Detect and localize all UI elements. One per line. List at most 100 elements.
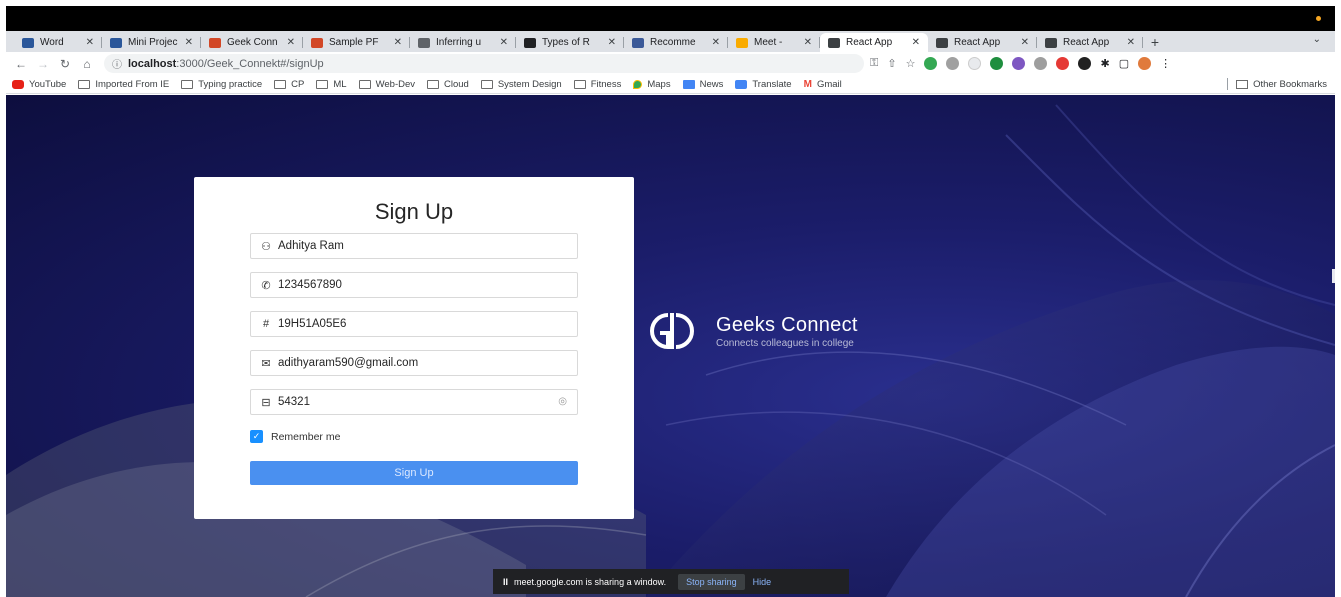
bookmark-folder[interactable]: ML: [316, 79, 347, 90]
gmail-icon: M: [803, 78, 812, 90]
tab-title: Types of R: [542, 37, 590, 48]
tab-title: React App: [846, 37, 893, 48]
tab-favicon-icon: [209, 37, 221, 48]
bookmark-label: YouTube: [29, 78, 67, 90]
close-icon[interactable]: ✕: [804, 37, 812, 48]
bookmark-news[interactable]: News: [682, 78, 724, 90]
tab[interactable]: Inferring u ✕: [410, 33, 516, 52]
bookmark-folder[interactable]: Typing practice: [181, 79, 262, 90]
extension-icon[interactable]: [924, 57, 938, 70]
tab-favicon-icon: [22, 37, 34, 48]
extension-icon[interactable]: [946, 57, 960, 70]
folder-icon: [316, 79, 329, 89]
other-bookmarks[interactable]: Other Bookmarks: [1227, 78, 1327, 90]
hash-icon: #: [262, 318, 270, 330]
close-icon[interactable]: ✕: [712, 37, 720, 48]
tab-search-chevron-icon[interactable]: ⌄: [1313, 34, 1321, 45]
close-icon[interactable]: ✕: [287, 37, 295, 48]
remember-me[interactable]: ✓ Remember me: [250, 430, 340, 443]
hide-button[interactable]: Hide: [753, 577, 772, 587]
close-icon[interactable]: ✕: [1127, 37, 1135, 48]
bookmark-youtube[interactable]: YouTube: [12, 79, 66, 90]
tab-favicon-icon: [632, 37, 644, 48]
puzzle-icon[interactable]: ✱: [1100, 57, 1109, 70]
bookmark-label: News: [699, 78, 724, 90]
close-icon[interactable]: ✕: [500, 37, 508, 48]
bookmark-label: Fitness: [590, 78, 622, 90]
tab[interactable]: Types of R ✕: [516, 33, 624, 52]
bookmarks-bar: YouTube Imported From IE Typing practice…: [6, 75, 1335, 94]
remember-label: Remember me: [271, 430, 341, 443]
phone-field[interactable]: ✆ 1234567890: [250, 272, 578, 298]
key-icon[interactable]: ⚿: [870, 57, 878, 70]
tab-favicon-icon: [936, 37, 948, 48]
tab[interactable]: Recomme ✕: [624, 33, 728, 52]
back-arrow-icon[interactable]: ←: [10, 57, 32, 71]
tab-favicon-icon: [418, 37, 430, 48]
bookmark-label: CP: [291, 78, 305, 90]
tab-title: Inferring u: [436, 37, 482, 48]
roll-number-value: 19H51A05E6: [278, 318, 347, 330]
bookmark-label: Gmail: [816, 78, 842, 90]
tab-title: React App: [954, 37, 1001, 48]
password-field[interactable]: ⊟ 54321 ◎: [250, 389, 578, 415]
bookmark-gmail[interactable]: M Gmail: [804, 79, 842, 90]
bookmark-maps[interactable]: Maps: [633, 79, 671, 90]
extension-icon[interactable]: [1078, 57, 1092, 70]
lock-icon: ⊟: [261, 396, 271, 409]
close-icon[interactable]: ✕: [912, 37, 920, 48]
brand-tagline: Connects colleagues in college: [716, 337, 854, 349]
tab[interactable]: Meet - ✕: [728, 33, 820, 52]
bookmark-folder[interactable]: Web-Dev: [358, 79, 415, 90]
site-info-icon[interactable]: ⓘ: [112, 56, 122, 71]
bookmark-translate[interactable]: Translate: [735, 79, 792, 90]
folder-icon: [573, 79, 586, 89]
pause-icon: II: [503, 576, 509, 587]
bookmark-folder[interactable]: CP: [274, 79, 304, 90]
new-tab-button[interactable]: +: [1143, 33, 1167, 52]
folder-icon: [427, 79, 439, 89]
close-icon[interactable]: ✕: [1021, 37, 1029, 48]
extension-icon[interactable]: [990, 57, 1004, 70]
extension-icon[interactable]: [1056, 57, 1070, 70]
close-icon[interactable]: ✕: [394, 37, 402, 48]
folder-icon: [480, 79, 493, 89]
tab-active[interactable]: React App ✕: [820, 33, 928, 52]
star-icon[interactable]: ☆: [906, 57, 916, 70]
bookmark-folder[interactable]: Imported From IE: [78, 79, 169, 90]
sign-up-button[interactable]: Sign Up: [250, 461, 578, 485]
email-field[interactable]: ✉ adithyaram590@gmail.com: [250, 350, 578, 376]
remember-checkbox[interactable]: ✓: [250, 430, 263, 443]
stop-sharing-button[interactable]: Stop sharing: [678, 573, 745, 590]
tab[interactable]: Sample PF ✕: [303, 33, 410, 52]
tab[interactable]: React App ✕: [928, 33, 1037, 52]
tab[interactable]: Mini Projec ✕: [102, 33, 201, 52]
address-bar[interactable]: ⓘ localhost:3000/Geek_Connekt#/signUp: [104, 54, 864, 73]
extension-icon[interactable]: [1012, 57, 1026, 70]
name-field[interactable]: ⚇ Adhitya Ram: [250, 233, 578, 259]
forward-arrow-icon[interactable]: →: [32, 57, 54, 71]
eye-icon[interactable]: ◎: [558, 396, 567, 407]
bookmark-folder[interactable]: Cloud: [427, 79, 469, 90]
close-icon[interactable]: ✕: [608, 37, 616, 48]
menu-dots-icon[interactable]: ⋮: [1160, 57, 1171, 70]
avatar[interactable]: [1138, 57, 1152, 70]
share-icon[interactable]: ⇧: [887, 57, 896, 70]
roll-number-field[interactable]: # 19H51A05E6: [250, 311, 578, 337]
tab[interactable]: React App ✕: [1037, 33, 1143, 52]
close-icon[interactable]: ✕: [185, 37, 193, 48]
tab-favicon-icon: [524, 37, 536, 48]
extension-icon[interactable]: [968, 57, 982, 70]
folder-icon: [1236, 79, 1249, 89]
bookmark-folder[interactable]: Fitness: [573, 78, 622, 90]
reload-icon[interactable]: ↻: [54, 57, 76, 71]
side-panel-icon[interactable]: ▢: [1119, 57, 1129, 70]
close-icon[interactable]: ✕: [86, 37, 94, 48]
extension-icon[interactable]: [1034, 57, 1048, 70]
tab[interactable]: Word ✕: [14, 33, 102, 52]
tab-favicon-icon: [736, 37, 748, 48]
bookmark-folder[interactable]: System Design: [480, 79, 562, 90]
map-pin-icon: [633, 79, 643, 89]
tab[interactable]: Geek Conn ✕: [201, 33, 303, 52]
home-icon[interactable]: ⌂: [76, 57, 98, 71]
